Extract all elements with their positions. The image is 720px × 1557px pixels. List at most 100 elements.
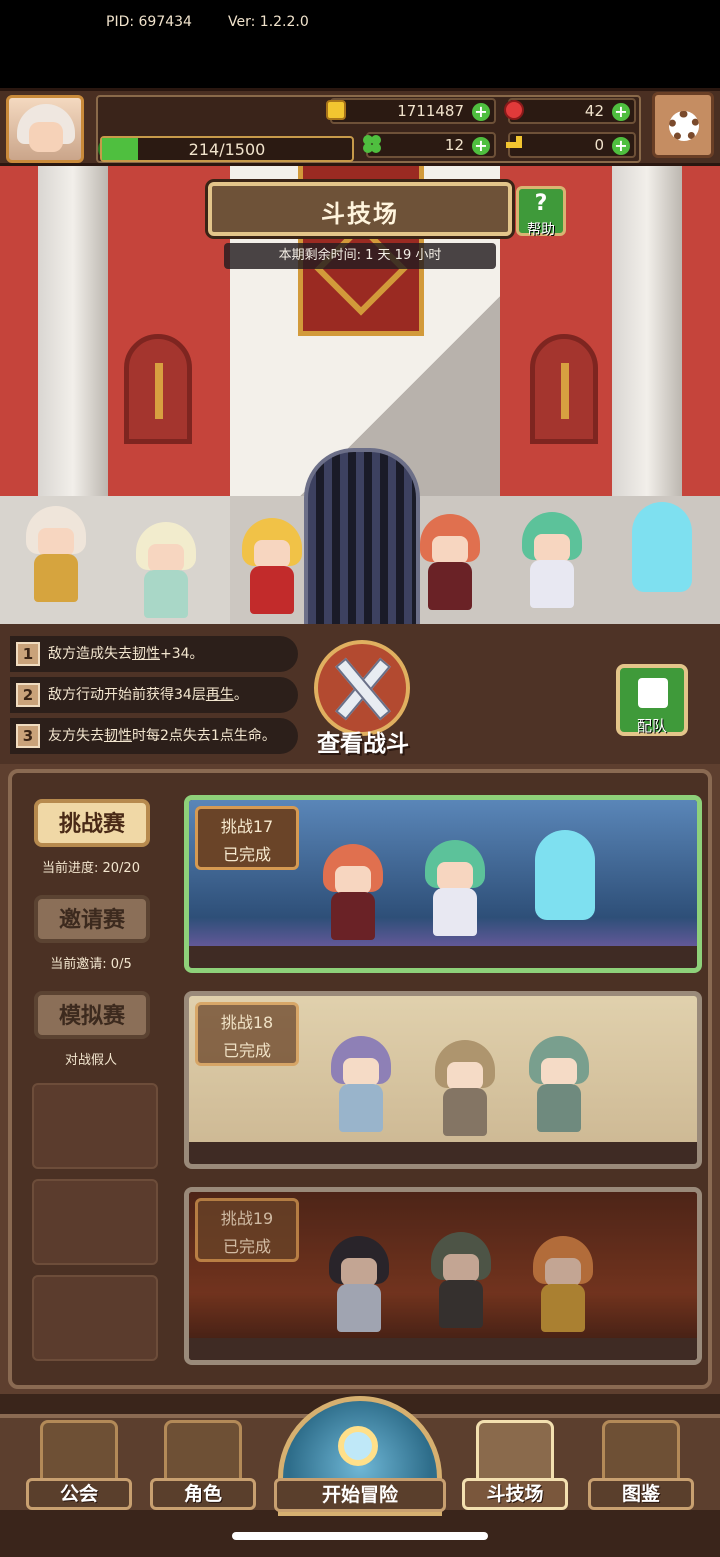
add-gems-button[interactable]: + — [612, 103, 630, 121]
effect-number: 1 — [16, 642, 40, 666]
page-title: 斗技场 — [208, 182, 512, 236]
book-icon — [602, 1420, 680, 1486]
team-label: 配队 — [636, 717, 667, 735]
empty-mode-slot — [32, 1083, 158, 1169]
character-portrait-icon — [164, 1420, 242, 1486]
team-setup-button[interactable]: 配队 — [616, 664, 688, 736]
game-version: Ver: 1.2.2.0 — [228, 14, 309, 30]
challenge-name: 挑战19 — [220, 1209, 274, 1228]
effect-row: 1 敌方造成失去韧性+34。 — [10, 636, 298, 672]
opponent-hero — [313, 844, 393, 944]
effect-row: 3 友方失去韧性时每2点失去1点生命。 — [10, 718, 298, 754]
bottom-navigation: 公会 角色 开始冒险 斗技场 图鉴 — [0, 1394, 720, 1557]
banner-emblem — [314, 222, 408, 316]
challenge-progress: 当前进度: 20/20 — [42, 861, 140, 876]
question-icon: ? — [534, 191, 548, 216]
start-adventure-button[interactable]: 开始冒险 — [274, 1396, 446, 1516]
challenge-status: 已完成 — [222, 1237, 271, 1256]
empty-mode-slot — [32, 1179, 158, 1265]
settings-button[interactable] — [652, 92, 714, 158]
challenge-card-17[interactable]: 挑战17 已完成 — [184, 795, 702, 973]
enemy-hero — [410, 514, 490, 614]
simulation-caption: 对战假人 — [64, 1053, 117, 1068]
energy-label: 214/1500 — [188, 140, 266, 159]
challenge-tag: 挑战17 已完成 — [195, 806, 299, 870]
clover-icon — [363, 135, 381, 153]
avatar-face — [29, 122, 63, 152]
keyword-link[interactable]: 韧性 — [132, 646, 160, 662]
empty-mode-slot — [32, 1275, 158, 1361]
enemy-hero — [16, 506, 96, 606]
add-clover-button[interactable]: + — [472, 137, 490, 155]
challenge-status: 已完成 — [222, 1041, 271, 1060]
nav-characters-label: 角色 — [150, 1478, 256, 1510]
crossed-swords-icon — [476, 1420, 554, 1486]
clover-counter: 12 + — [363, 132, 496, 158]
challenge-name: 挑战17 — [220, 817, 274, 836]
sword-icon — [561, 363, 569, 419]
nav-codex-label: 图鉴 — [588, 1478, 694, 1510]
key-icon — [506, 136, 522, 148]
season-timer: 本期剩余时间: 1 天 19 小时 — [224, 243, 496, 269]
gold-coin-icon — [326, 100, 346, 120]
effects-strip: 1 敌方造成失去韧性+34。 2 敌方行动开始前获得34层再生。 3 友方失去韧性时每… — [0, 624, 720, 764]
nav-arena[interactable]: 斗技场 — [462, 1418, 568, 1514]
help-button[interactable]: ? 帮助 — [516, 186, 566, 238]
red-gem-icon — [504, 100, 524, 120]
challenge-status: 已完成 — [222, 845, 271, 864]
energy-bar: 214/1500 — [100, 136, 354, 162]
mode-challenge-button[interactable]: 挑战赛 — [34, 799, 150, 847]
effect-number: 3 — [16, 724, 40, 748]
page-title-text: 斗技场 — [321, 200, 399, 228]
opponent-hero — [415, 840, 495, 940]
mode-invitational-button[interactable]: 邀请赛 — [34, 895, 150, 943]
challenge-tag: 挑战19 已完成 — [195, 1198, 299, 1262]
effect-number: 2 — [16, 683, 40, 707]
sword-icon — [155, 363, 163, 419]
team-icon — [638, 678, 668, 708]
nav-guild-label: 公会 — [26, 1478, 132, 1510]
clover-amount: 12 — [444, 136, 464, 154]
add-gold-button[interactable]: + — [472, 103, 490, 121]
opponent-hero — [525, 830, 605, 930]
effect-row: 2 敌方行动开始前获得34层再生。 — [10, 677, 298, 713]
enemy-hero — [512, 512, 592, 612]
gem-counter: 42 + — [504, 98, 636, 124]
nav-bar: 公会 角色 开始冒险 斗技场 图鉴 — [0, 1396, 720, 1516]
watch-battle-label: 查看战斗 — [317, 731, 409, 757]
start-adventure-label: 开始冒险 — [274, 1478, 446, 1512]
wall-niche — [124, 334, 192, 444]
nav-arena-label: 斗技场 — [462, 1478, 568, 1510]
guild-hall-icon — [40, 1420, 118, 1486]
nav-guild[interactable]: 公会 — [26, 1418, 132, 1514]
portcullis-gate — [304, 448, 420, 624]
challenge-name: 挑战18 — [220, 1013, 274, 1032]
wall-niche — [530, 334, 598, 444]
mode-sidebar: 挑战赛 当前进度: 20/20 邀请赛 当前邀请: 0/5 模拟赛 对战假人 — [26, 783, 158, 1379]
magnifier-icon — [338, 1426, 378, 1466]
gold-amount: 1711487 — [397, 102, 464, 120]
gear-icon — [669, 111, 699, 141]
nav-codex[interactable]: 图鉴 — [588, 1418, 694, 1514]
challenge-tag: 挑战18 已完成 — [195, 1002, 299, 1066]
keyword-link[interactable]: 再生 — [206, 687, 234, 703]
arena-lower-area: 1 敌方造成失去韧性+34。 2 敌方行动开始前获得34层再生。 3 友方失去韧性时每… — [0, 624, 720, 1394]
challenge-card-19[interactable]: 挑战19 已完成 — [184, 1187, 702, 1365]
keyword-link[interactable]: 韧性 — [104, 728, 132, 744]
player-id: PID: 697434 — [106, 14, 192, 30]
nav-characters[interactable]: 角色 — [150, 1418, 256, 1514]
mode-simulation-button[interactable]: 模拟赛 — [34, 991, 150, 1039]
challenge-panel: 挑战赛 当前进度: 20/20 邀请赛 当前邀请: 0/5 模拟赛 对战假人 挑… — [8, 769, 712, 1389]
enemy-hero — [622, 502, 702, 602]
key-counter: 0 + — [506, 132, 636, 158]
challenge-card-18[interactable]: 挑战18 已完成 — [184, 991, 702, 1169]
player-avatar[interactable] — [6, 95, 84, 163]
gold-counter: 1711487 + — [326, 98, 496, 124]
help-label: 帮助 — [527, 222, 555, 238]
watch-battle-button[interactable]: 查看战斗 — [296, 640, 430, 768]
key-amount: 0 — [594, 136, 604, 154]
invite-progress: 当前邀请: 0/5 — [50, 957, 132, 972]
gem-amount: 42 — [584, 102, 604, 120]
home-indicator[interactable] — [232, 1532, 488, 1540]
add-keys-button[interactable]: + — [612, 137, 630, 155]
